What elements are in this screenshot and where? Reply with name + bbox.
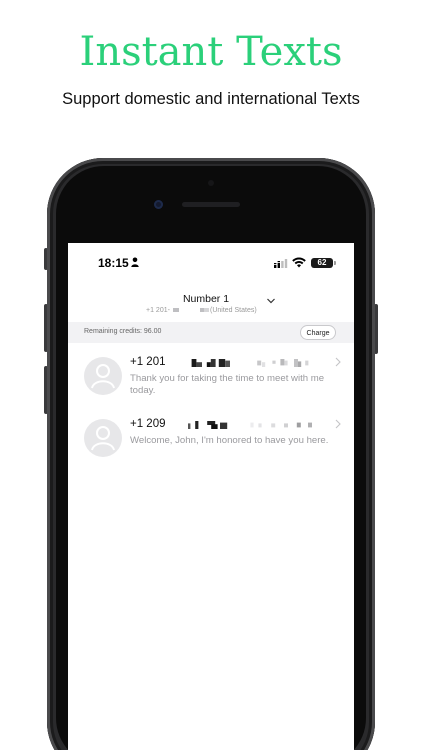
avatar <box>84 357 122 395</box>
front-sensor <box>208 180 214 186</box>
message-preview: Welcome, John, I'm honored to have you h… <box>130 435 329 446</box>
redacted-number <box>188 421 312 429</box>
redacted-digits <box>172 308 209 313</box>
redacted-number <box>191 359 309 367</box>
chevron-right-icon <box>335 419 341 429</box>
cellular-signal-icon <box>274 259 288 268</box>
message-preview: Thank you for taking the time to meet wi… <box>130 373 325 396</box>
earpiece-speaker <box>182 202 240 207</box>
number-selector[interactable]: Number 1 +1 201- (United States) <box>68 289 354 321</box>
credits-bar: Remaining credits: 96.00 Charge <box>68 322 354 343</box>
avatar <box>84 419 122 457</box>
status-bar: 18:15 62 <box>68 243 354 283</box>
promo-subtitle: Support domestic and international Texts <box>62 90 360 108</box>
chevron-right-icon <box>335 357 341 367</box>
number-prefix: +1 201- <box>146 307 170 314</box>
status-time: 18:15 <box>98 256 129 270</box>
conversation-number: +1 201 <box>130 356 166 368</box>
promo-title: Instant Texts <box>79 29 343 75</box>
person-icon <box>84 419 122 457</box>
battery-indicator: 62 <box>311 258 333 268</box>
remaining-credits: Remaining credits: 96.00 <box>84 328 162 335</box>
app-store-screenshot: Instant Texts Support domestic and inter… <box>0 0 422 750</box>
phone-screen: 18:15 62 Number 1 +1 201- (United States… <box>68 243 354 750</box>
conversation-item[interactable]: +1 209 Welcome, John, I'm honored to hav… <box>68 418 354 481</box>
front-camera <box>154 200 163 209</box>
number-name: Number 1 <box>182 293 230 305</box>
conversation-number: +1 209 <box>130 418 166 430</box>
conversation-item[interactable]: +1 201 Thank you for taking the time to … <box>68 356 354 419</box>
number-country: (United States) <box>210 307 257 314</box>
person-icon <box>131 257 139 267</box>
person-icon <box>84 357 122 395</box>
chevron-down-icon[interactable] <box>266 297 276 305</box>
wifi-icon <box>292 257 306 268</box>
charge-button[interactable]: Charge <box>300 325 336 340</box>
number-detail: +1 201- <box>146 307 212 314</box>
battery-tip <box>334 261 336 265</box>
